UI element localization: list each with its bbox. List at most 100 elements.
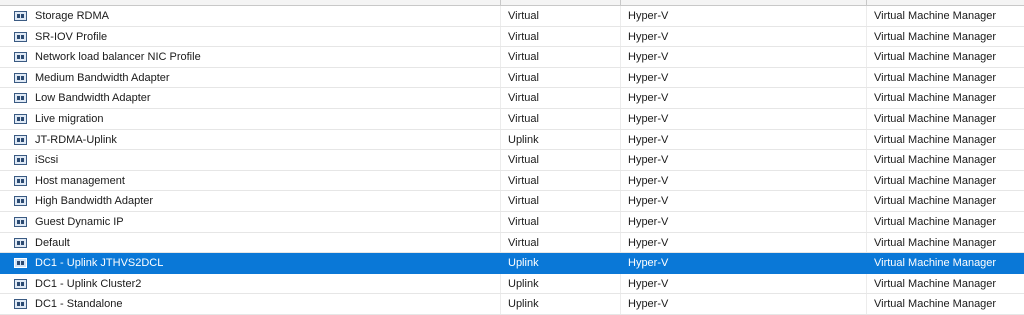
cell-divider — [500, 129, 501, 150]
row-source: Virtual Machine Manager — [874, 133, 997, 146]
row-name: iScsi — [35, 154, 59, 167]
list-item[interactable]: Host management Virtual Hyper-V Virtual Mac… — [0, 170, 1024, 192]
port-profile-list: Storage RDMA Virtual Hyper-V Virtual Machin… — [0, 0, 1024, 315]
list-item[interactable]: Network load balancer NIC Profile Virtual… — [0, 47, 1024, 68]
cell-divider — [866, 211, 867, 232]
list-item[interactable]: SR-IOV Profile Virtual Hyper-V Virtual Mach… — [0, 26, 1024, 48]
network-adapter-icon — [14, 93, 27, 104]
list-item[interactable]: Default Virtual Hyper-V Virtual Machine Man… — [0, 232, 1024, 254]
network-adapter-icon — [14, 52, 27, 63]
row-source: Virtual Machine Manager — [874, 195, 997, 208]
list-item[interactable]: Storage RDMA Virtual Hyper-V Virtual Machin… — [0, 6, 1024, 27]
row-source: Virtual Machine Manager — [874, 277, 997, 290]
row-name: Network load balancer NIC Profile — [35, 51, 201, 64]
row-type: Uplink — [508, 277, 539, 290]
list-item[interactable]: Guest Dynamic IP Virtual Hyper-V Virtual Ma… — [0, 211, 1024, 233]
cell-divider — [620, 6, 621, 26]
cell-divider — [866, 273, 867, 294]
cell-divider — [620, 191, 621, 211]
cell-divider — [866, 26, 867, 47]
row-platform: Hyper-V — [628, 71, 669, 84]
row-source: Virtual Machine Manager — [874, 174, 997, 187]
row-platform: Hyper-V — [628, 257, 669, 270]
network-adapter-icon — [14, 72, 27, 83]
row-platform: Hyper-V — [628, 30, 669, 43]
cell-divider — [500, 170, 501, 191]
row-name: DC1 - Standalone — [35, 298, 123, 311]
list-item[interactable]: DC1 - Uplink JTHVS2DCL Uplink Hyper-V Virtu… — [0, 253, 1024, 274]
row-source: Virtual Machine Manager — [874, 112, 997, 125]
cell-divider — [500, 253, 501, 273]
row-name: Storage RDMA — [35, 10, 109, 22]
row-platform: Hyper-V — [628, 298, 669, 311]
row-source: Virtual Machine Manager — [874, 92, 997, 105]
row-name: JT-RDMA-Uplink — [35, 133, 117, 146]
cell-divider — [500, 67, 501, 88]
cell-divider — [620, 294, 621, 314]
list-item[interactable]: JT-RDMA-Uplink Uplink Hyper-V Virtual Machi… — [0, 129, 1024, 151]
row-platform: Hyper-V — [628, 174, 669, 187]
list-item[interactable]: High Bandwidth Adapter Virtual Hyper-V Virt… — [0, 191, 1024, 212]
network-adapter-icon — [14, 11, 27, 21]
network-adapter-icon — [14, 134, 27, 145]
row-platform: Hyper-V — [628, 277, 669, 290]
row-type: Virtual — [508, 30, 539, 43]
network-adapter-icon — [14, 278, 27, 289]
row-platform: Hyper-V — [628, 236, 669, 249]
network-adapter-icon — [14, 299, 27, 310]
cell-divider — [500, 26, 501, 47]
row-platform: Hyper-V — [628, 133, 669, 146]
network-adapter-icon — [14, 237, 27, 248]
row-platform: Hyper-V — [628, 195, 669, 208]
cell-divider — [620, 67, 621, 88]
cell-divider — [500, 232, 501, 253]
row-name: Live migration — [35, 112, 104, 125]
row-type: Virtual — [508, 51, 539, 64]
list-item[interactable]: iScsi Virtual Hyper-V Virtual Machine Manag… — [0, 150, 1024, 171]
row-platform: Hyper-V — [628, 10, 669, 22]
cell-divider — [500, 47, 501, 67]
row-name: Host management — [35, 174, 125, 187]
cell-divider — [620, 211, 621, 232]
row-platform: Hyper-V — [628, 215, 669, 228]
row-platform: Hyper-V — [628, 112, 669, 125]
cell-divider — [866, 253, 867, 273]
network-adapter-icon — [14, 113, 27, 124]
network-adapter-icon — [14, 258, 27, 269]
cell-divider — [500, 150, 501, 170]
row-name: High Bandwidth Adapter — [35, 195, 154, 208]
list-item[interactable]: DC1 - Uplink Cluster2 Uplink Hyper-V Virtua… — [0, 273, 1024, 295]
row-source: Virtual Machine Manager — [874, 71, 997, 84]
network-adapter-icon — [14, 196, 27, 207]
cell-divider — [500, 108, 501, 129]
list-item[interactable]: Live migration Virtual Hyper-V Virtual Mach… — [0, 108, 1024, 130]
cell-divider — [620, 170, 621, 191]
cell-divider — [866, 6, 867, 26]
row-name: Default — [35, 236, 70, 249]
row-source: Virtual Machine Manager — [874, 51, 997, 64]
row-type: Virtual — [508, 92, 539, 105]
row-source: Virtual Machine Manager — [874, 10, 997, 22]
list-item[interactable]: DC1 - Standalone Uplink Hyper-V Virtual Mac… — [0, 294, 1024, 315]
row-name: Guest Dynamic IP — [35, 215, 124, 228]
network-adapter-icon — [14, 31, 27, 42]
row-source: Virtual Machine Manager — [874, 236, 997, 249]
row-name: SR-IOV Profile — [35, 30, 108, 43]
row-type: Virtual — [508, 174, 539, 187]
cell-divider — [620, 26, 621, 47]
row-type: Uplink — [508, 257, 539, 270]
row-source: Virtual Machine Manager — [874, 215, 997, 228]
row-type: Virtual — [508, 195, 539, 208]
cell-divider — [866, 47, 867, 67]
cell-divider — [866, 88, 867, 108]
cell-divider — [866, 191, 867, 211]
cell-divider — [620, 88, 621, 108]
list-item[interactable]: Medium Bandwidth Adapter Virtual Hyper-V Vi… — [0, 67, 1024, 89]
network-adapter-icon — [14, 216, 27, 227]
cell-divider — [866, 67, 867, 88]
list-item[interactable]: Low Bandwidth Adapter Virtual Hyper-V Virtu… — [0, 88, 1024, 109]
cell-divider — [866, 170, 867, 191]
cell-divider — [620, 232, 621, 253]
cell-divider — [866, 294, 867, 314]
row-type: Virtual — [508, 112, 539, 125]
